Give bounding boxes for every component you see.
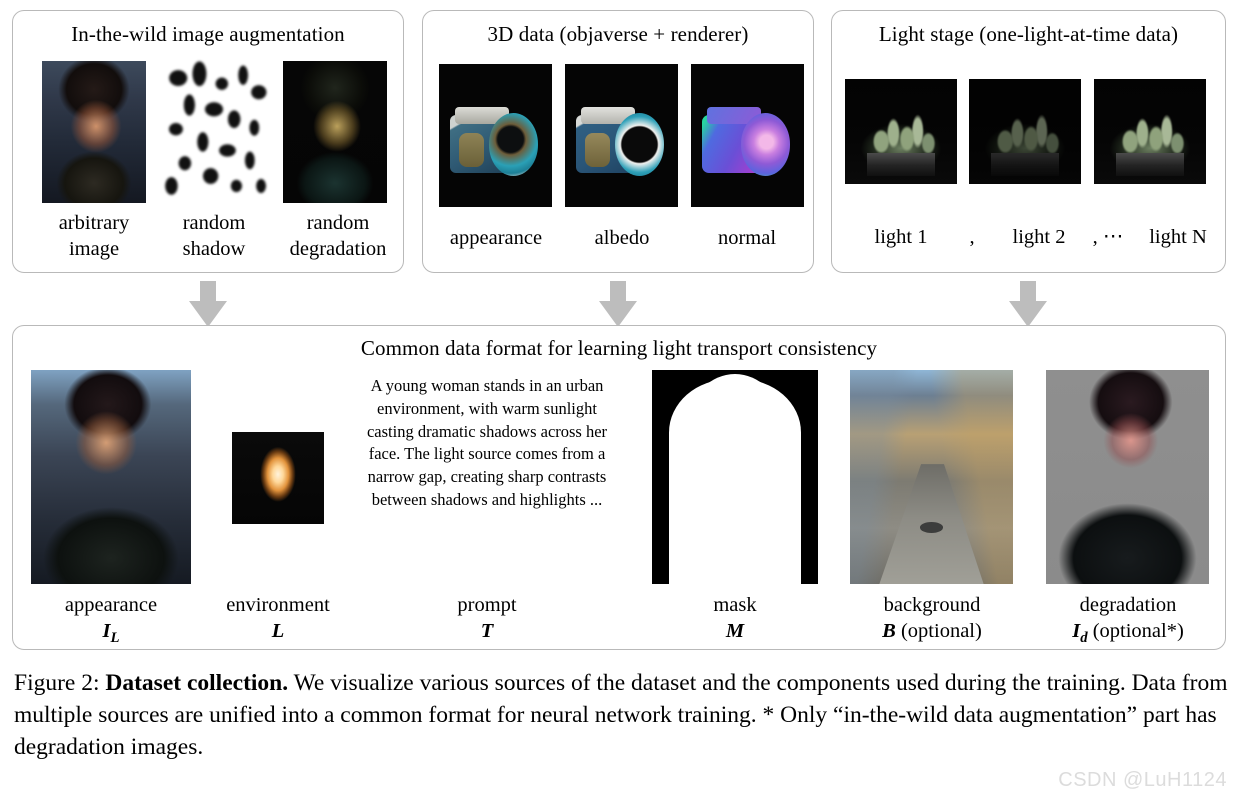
label-camera-normal: normal: [717, 227, 777, 249]
label-random-degradation: random degradation: [289, 212, 387, 261]
symbol-mask: M: [725, 620, 745, 643]
image-degradation: [1046, 370, 1209, 584]
image-random-shadow: [158, 61, 270, 203]
image-environment-map: [232, 432, 324, 524]
image-random-degradation: [283, 61, 387, 203]
label-mask: mask M: [713, 594, 757, 643]
image-background: [850, 370, 1013, 584]
symbol-appearance: IL: [102, 620, 120, 647]
image-camera-albedo: [565, 64, 678, 207]
panel-title-light-stage: Light stage (one-light-at-time data): [878, 22, 1179, 46]
label-appearance: appearance IL: [64, 594, 158, 647]
figure-caption: Figure 2: Dataset collection. We visuali…: [14, 668, 1228, 764]
csdn-watermark: CSDN @LuH1124: [1058, 769, 1227, 791]
image-light-2: [969, 79, 1081, 184]
image-light-n: [1094, 79, 1206, 184]
symbol-background: B: [882, 620, 896, 643]
label-light-1: light 1: [874, 226, 928, 248]
label-degradation: degradation Id (optional*): [1072, 594, 1184, 647]
panel-title-common: Common data format for learning light tr…: [360, 336, 878, 360]
label-arbitrary-image: arbitrary image: [58, 212, 130, 261]
symbol-prompt: T: [480, 620, 494, 643]
label-camera-albedo: albedo: [594, 227, 650, 249]
image-light-1: [845, 79, 957, 184]
label-random-shadow: random shadow: [182, 212, 246, 261]
label-light-n: light N: [1149, 226, 1207, 248]
image-arbitrary-image: [42, 61, 146, 203]
optional-note-degradation: (optional*): [1087, 620, 1184, 643]
image-appearance: [31, 370, 191, 584]
down-arrow-icon-lightstage: [1009, 281, 1047, 327]
down-arrow-icon-3d: [599, 281, 637, 327]
caption-prefix: Figure 2:: [14, 670, 106, 696]
panel-title-3d: 3D data (objaverse + renderer): [487, 22, 749, 46]
panel-title-wild: In-the-wild image augmentation: [71, 22, 345, 46]
separator-comma-ellipsis: , ⋯: [1092, 226, 1124, 248]
symbol-degradation: Id: [1072, 620, 1088, 647]
down-arrow-icon-wild: [189, 281, 227, 327]
label-background: background B (optional): [882, 594, 982, 643]
label-prompt: prompt T: [457, 594, 517, 643]
optional-note-background: (optional): [895, 620, 982, 643]
image-mask: [652, 370, 818, 584]
caption-bold-title: Dataset collection.: [105, 670, 289, 696]
separator-comma-1: ,: [969, 226, 975, 248]
label-environment: environment L: [226, 594, 330, 643]
prompt-text: A young woman stands in an urban environ…: [366, 376, 608, 509]
label-light-2: light 2: [1012, 226, 1066, 248]
label-camera-appearance: appearance: [449, 227, 543, 249]
symbol-environment: L: [271, 620, 285, 643]
image-camera-appearance: [439, 64, 552, 207]
image-camera-normal: [691, 64, 804, 207]
